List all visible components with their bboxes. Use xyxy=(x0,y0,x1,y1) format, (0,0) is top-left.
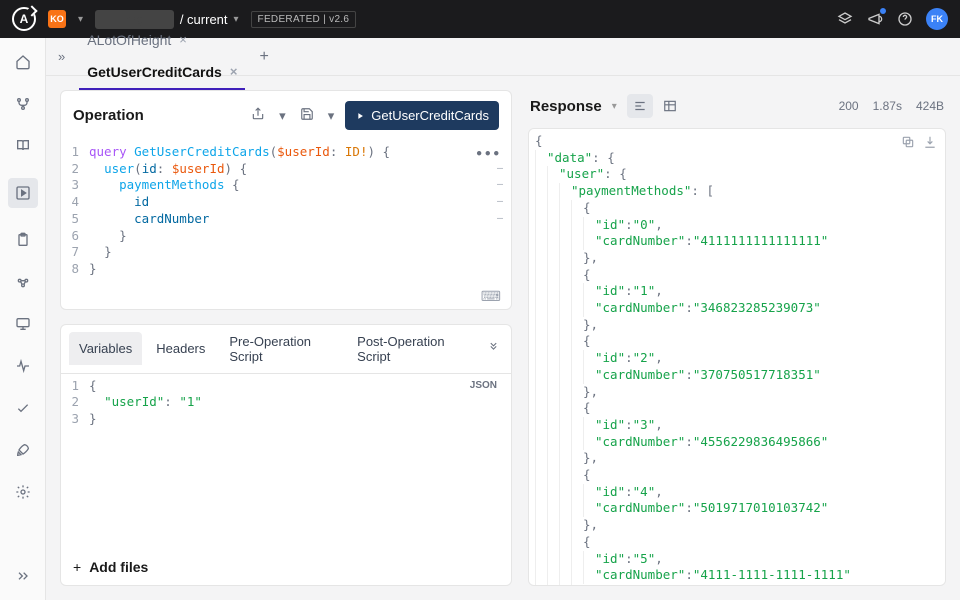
status-code: 200 xyxy=(839,99,859,113)
chevron-down-icon[interactable]: ▾ xyxy=(276,105,289,127)
sidebar xyxy=(0,38,46,600)
response-header: Response ▾ 200 1.87s 424B xyxy=(528,90,946,128)
add-tab-button[interactable]: + xyxy=(253,48,274,66)
chevron-down-icon[interactable]: ▾ xyxy=(612,101,617,112)
response-body[interactable]: {"data": {"user": {"paymentMethods": [{"… xyxy=(528,128,946,586)
operation-title: Operation xyxy=(73,107,240,124)
announce-icon[interactable] xyxy=(866,10,884,28)
subtab[interactable]: Headers xyxy=(146,332,215,365)
tabbar: » ALotOfHeight×GetUserCreditCards× + xyxy=(46,38,960,76)
collapse-icon[interactable] xyxy=(13,566,33,586)
play-icon[interactable] xyxy=(8,178,38,208)
query-editor[interactable]: ••• 1query GetUserCreditCards($userId: I… xyxy=(61,140,511,286)
subtab[interactable]: Post-Operation Script xyxy=(347,325,476,373)
kebab-icon[interactable]: ••• xyxy=(475,146,501,163)
response-time: 1.87s xyxy=(873,99,902,113)
add-files-button[interactable]: + Add files xyxy=(61,549,511,585)
rocket-icon[interactable] xyxy=(13,440,33,460)
pulse-icon[interactable] xyxy=(13,356,33,376)
share-icon[interactable] xyxy=(248,104,268,127)
branch-icon[interactable] xyxy=(13,94,33,114)
expand-tabs-icon[interactable]: » xyxy=(58,49,65,64)
response-size: 424B xyxy=(916,99,944,113)
close-icon[interactable]: × xyxy=(179,32,187,47)
subtab[interactable]: Pre-Operation Script xyxy=(219,325,343,373)
federated-badge: FEDERATED | v2.6 xyxy=(251,11,357,28)
copy-icon[interactable] xyxy=(901,135,915,152)
logo-icon[interactable]: A xyxy=(12,7,36,31)
check-icon[interactable] xyxy=(13,398,33,418)
subtab[interactable]: Variables xyxy=(69,332,142,365)
variables-editor[interactable]: 1{2 "userId": "1"3} xyxy=(61,374,511,436)
clipboard-icon[interactable] xyxy=(13,230,33,250)
variables-tabs: VariablesHeadersPre-Operation ScriptPost… xyxy=(61,325,511,374)
keyboard-icon[interactable]: ⌨ xyxy=(61,286,511,309)
avatar[interactable]: FK xyxy=(926,8,948,30)
save-icon[interactable] xyxy=(297,104,317,127)
home-icon[interactable] xyxy=(13,52,33,72)
view-json-icon[interactable] xyxy=(627,94,653,118)
collapse-icon[interactable] xyxy=(484,338,503,360)
help-icon[interactable] xyxy=(896,10,914,28)
layers-icon[interactable] xyxy=(836,10,854,28)
chevron-down-icon[interactable]: ▾ xyxy=(325,105,338,127)
response-title: Response xyxy=(530,98,602,115)
run-button[interactable]: GetUserCreditCards xyxy=(345,101,499,130)
variables-panel: VariablesHeadersPre-Operation ScriptPost… xyxy=(60,324,512,586)
monitor-icon[interactable] xyxy=(13,314,33,334)
book-icon[interactable] xyxy=(13,136,33,156)
view-table-icon[interactable] xyxy=(657,94,683,118)
tab[interactable]: ALotOfHeight× xyxy=(79,24,245,56)
operation-panel: Operation ▾ ▾ GetUserCreditCards ••• 1qu… xyxy=(60,90,512,310)
cloud-icon[interactable] xyxy=(13,272,33,292)
plus-icon: + xyxy=(73,559,81,575)
download-icon[interactable] xyxy=(923,135,937,152)
gear-icon[interactable] xyxy=(13,482,33,502)
org-badge[interactable]: KO xyxy=(48,10,66,28)
